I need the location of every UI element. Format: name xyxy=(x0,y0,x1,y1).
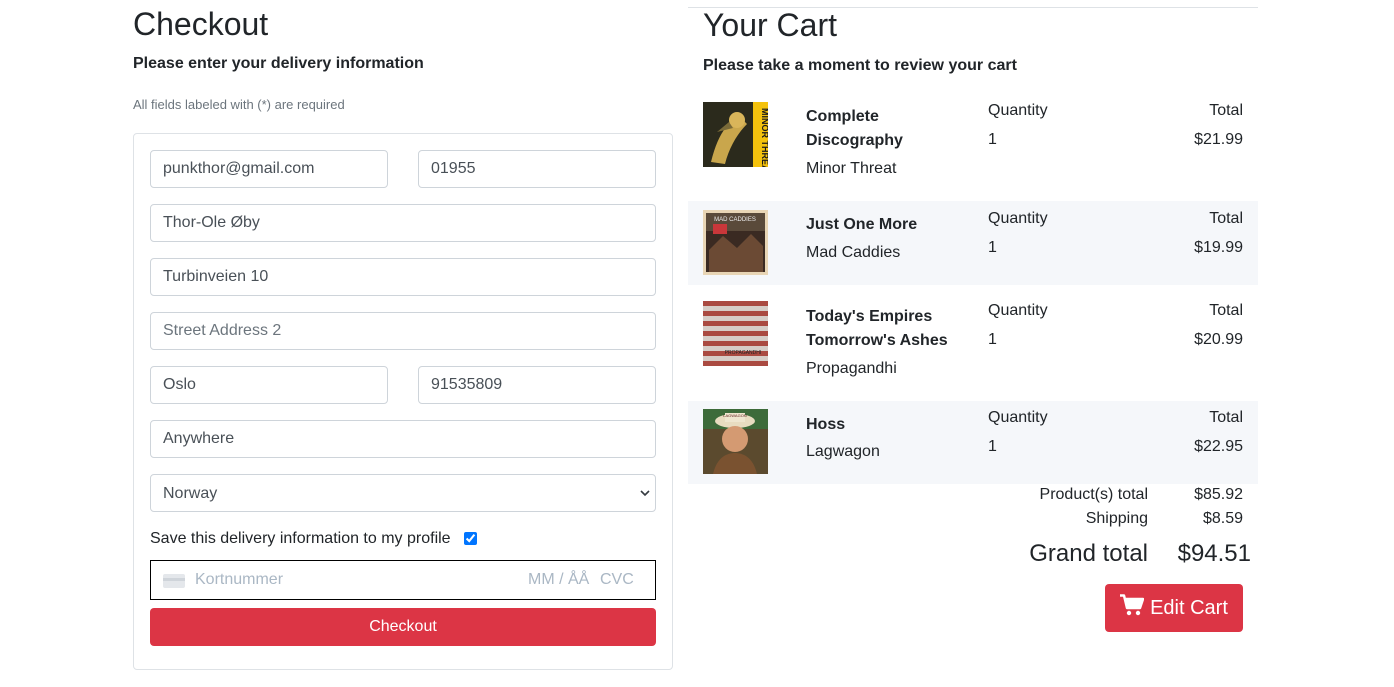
county-field[interactable] xyxy=(150,420,656,458)
quantity-value: 1 xyxy=(988,438,997,455)
cart-item: LAGWAGON Hoss Lagwagon Quantity 1 Total … xyxy=(688,401,1258,484)
quantity-label: Quantity xyxy=(988,302,1048,319)
item-artist: Mad Caddies xyxy=(806,244,901,261)
album-cover-lagwagon: LAGWAGON xyxy=(703,409,768,474)
checkout-title: Checkout xyxy=(133,6,269,42)
shipping-value: $8.59 xyxy=(1202,510,1243,527)
item-title: Just One More xyxy=(806,216,918,233)
shipping-label: Shipping xyxy=(1085,510,1148,527)
total-value: $21.99 xyxy=(1194,131,1243,148)
full-name-field[interactable] xyxy=(150,204,656,242)
total-value: $19.99 xyxy=(1194,239,1243,256)
quantity-label: Quantity xyxy=(988,102,1048,119)
card-number-placeholder[interactable]: Kortnummer xyxy=(195,571,283,589)
quantity-value: 1 xyxy=(988,131,997,148)
album-cover-text: LAGWAGON xyxy=(723,413,747,418)
save-info-checkbox[interactable] xyxy=(464,532,477,545)
total-label: Total xyxy=(1209,210,1243,227)
card-expiry-placeholder[interactable]: MM / ÅÅ xyxy=(528,571,589,589)
quantity-label: Quantity xyxy=(988,210,1048,227)
quantity-label: Quantity xyxy=(988,409,1048,426)
edit-cart-label: Edit Cart xyxy=(1150,596,1228,619)
album-cover-propagandhi: PROPAGANDHI xyxy=(703,301,768,366)
country-select[interactable]: Norway xyxy=(150,474,656,512)
shopping-cart-icon xyxy=(1120,594,1145,622)
album-cover-text: PROPAGANDHI xyxy=(725,350,762,356)
quantity-value: 1 xyxy=(988,331,997,348)
cart-item: MAD CADDIES Just One More Mad Caddies Qu… xyxy=(688,201,1258,285)
card-cvc-placeholder[interactable]: CVC xyxy=(600,571,634,589)
edit-cart-button[interactable]: Edit Cart xyxy=(1105,584,1243,632)
checkout-subtitle: Please enter your delivery information xyxy=(133,55,424,72)
credit-card-icon xyxy=(163,574,185,588)
total-value: $22.95 xyxy=(1194,438,1243,455)
grand-total-value: $94.51 xyxy=(1177,540,1251,567)
album-cover-mad-caddies: MAD CADDIES xyxy=(703,210,768,275)
quantity-value: 1 xyxy=(988,239,997,256)
album-cover-text: MINOR THREAT xyxy=(760,108,768,167)
item-artist: Propagandhi xyxy=(806,360,897,377)
item-artist: Minor Threat xyxy=(806,160,897,177)
album-cover-text: MAD CADDIES xyxy=(714,217,756,223)
album-cover-minor-threat: MINOR THREAT xyxy=(703,102,770,177)
postcode-field[interactable] xyxy=(418,150,656,188)
item-title: Hoss xyxy=(806,416,846,433)
products-total-label: Product(s) total xyxy=(1039,486,1148,503)
item-title: Complete Discography xyxy=(806,108,903,149)
city-field[interactable] xyxy=(150,366,388,404)
grand-total-label: Grand total xyxy=(1029,540,1148,567)
cart-subtitle: Please take a moment to review your cart xyxy=(703,57,1017,74)
total-label: Total xyxy=(1209,302,1243,319)
email-field[interactable] xyxy=(150,150,388,188)
item-artist: Lagwagon xyxy=(806,443,880,460)
cart-item: PROPAGANDHI Today's Empires Tomorrow's A… xyxy=(688,285,1258,401)
street-address-2-field[interactable] xyxy=(150,312,656,350)
total-label: Total xyxy=(1209,409,1243,426)
checkout-button[interactable]: Checkout xyxy=(150,608,656,646)
cart-item: MINOR THREAT Complete Discography Minor … xyxy=(688,93,1258,201)
total-value: $20.99 xyxy=(1194,331,1243,348)
cart-title: Your Cart xyxy=(703,7,837,43)
phone-field[interactable] xyxy=(418,366,656,404)
total-label: Total xyxy=(1209,102,1243,119)
save-info-label: Save this delivery information to my pro… xyxy=(150,530,451,547)
required-fields-note: All fields labeled with (*) are required xyxy=(133,97,345,112)
item-title: Today's Empires Tomorrow's Ashes xyxy=(806,308,948,349)
street-address-1-field[interactable] xyxy=(150,258,656,296)
products-total-value: $85.92 xyxy=(1194,486,1243,503)
